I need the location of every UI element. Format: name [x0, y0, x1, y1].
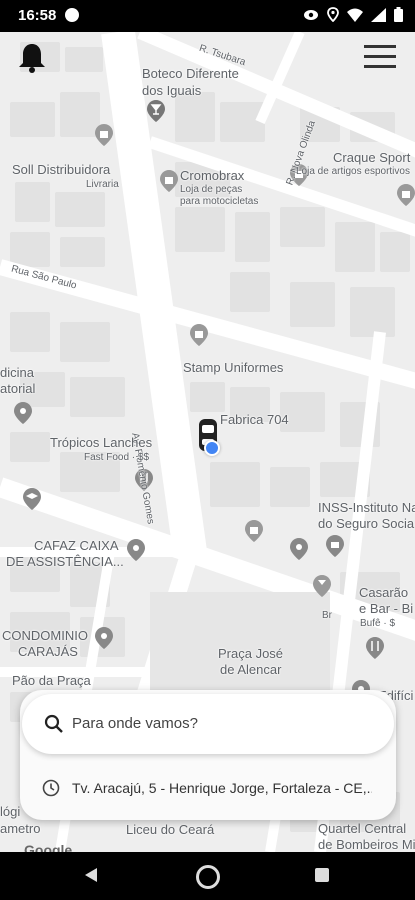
shopping-pin-icon[interactable] [95, 124, 113, 146]
notification-dot-icon [65, 8, 79, 22]
shopping-pin-icon[interactable] [397, 184, 415, 206]
map-label-condominio: CONDOMINIO [2, 628, 88, 643]
map-label-fabrica: Fabrica 704 [220, 412, 289, 427]
recent-destination-item[interactable]: Tv. Aracajú, 5 - Henrique Jorge, Fortale… [20, 762, 396, 812]
map-label-tropicos-sub: Fast Food · $$ [84, 452, 150, 463]
government-pin-icon[interactable] [326, 535, 344, 557]
status-time: 16:58 [18, 7, 57, 24]
bell-icon[interactable] [14, 40, 50, 76]
google-attribution: Google [24, 842, 73, 852]
destination-search-box[interactable]: Para onde vamos? [22, 694, 394, 754]
map-label-casarao-2: e Bar - Bi [359, 601, 414, 616]
map-label-boteco: Boteco Diferente [142, 66, 239, 81]
search-icon [44, 714, 63, 733]
search-placeholder: Para onde vamos? [72, 715, 198, 732]
map-label-casarao-sub: Bufê · $ [360, 618, 396, 629]
location-pin-icon[interactable] [127, 539, 145, 561]
map-label-craque: Craque Sport [333, 150, 411, 165]
shopping-pin-icon[interactable] [245, 520, 263, 542]
restaurant-pin-icon[interactable] [366, 637, 384, 659]
map-label-tropicos: Trópicos Lanches [50, 435, 153, 450]
signal-icon [371, 7, 386, 22]
map-label-casarao: Casarão [359, 585, 409, 600]
wifi-icon [347, 8, 363, 22]
map-label-bombeiros: de Bombeiros Mi [318, 837, 415, 852]
bar-pin-icon[interactable] [147, 100, 165, 122]
map-label-cromobrax-sub: Loja de peças [180, 184, 243, 195]
map-label-logo: lógi [0, 804, 21, 819]
battery-icon [394, 7, 403, 22]
map-label-cromobrax: Cromobrax [180, 168, 245, 183]
status-icons [303, 7, 403, 22]
map-label-medicina: dicina [0, 365, 34, 380]
recent-destination-address: Tv. Aracajú, 5 - Henrique Jorge, Fortale… [72, 780, 372, 796]
hamburger-menu-icon[interactable] [363, 40, 397, 74]
map-label-quartel: Quartel Central [318, 821, 407, 836]
map-label-soll: Soll Distribuidora [12, 162, 111, 177]
location-pin-icon[interactable] [95, 627, 113, 649]
shopping-pin-icon[interactable] [160, 170, 178, 192]
map-label-stamp: Stamp Uniformes [183, 360, 284, 375]
location-icon [327, 7, 339, 22]
location-pin-icon[interactable] [14, 402, 32, 424]
map-label-cromobrax-sub-2: para motocicletas [180, 196, 259, 207]
map-label-inss-2: do Seguro Socia [318, 516, 415, 531]
system-nav-bar [0, 852, 415, 900]
school-pin-icon[interactable] [23, 488, 41, 510]
recent-apps-icon[interactable] [315, 868, 329, 882]
status-bar: 16:58 [0, 0, 415, 32]
location-pin-icon[interactable] [290, 538, 308, 560]
history-clock-icon [42, 779, 60, 797]
map-label-pao: Pão da Praça [12, 673, 91, 688]
map-label-de-alencar: de Alencar [220, 662, 282, 677]
map-label-br: Br [322, 610, 332, 621]
shopping-pin-icon[interactable] [190, 324, 208, 346]
map-label-craque-sub: Loja de artigos esportivos [296, 166, 410, 177]
bar-pin-icon[interactable] [313, 575, 331, 597]
map-label-liceu: Liceu do Ceará [126, 822, 215, 837]
destination-sheet: Para onde vamos? Tv. Aracajú, 5 - Henriq… [20, 690, 396, 820]
map-label-praca-jose: Praça José [218, 646, 284, 661]
map-label-carajas: CARAJÁS [18, 644, 78, 659]
back-icon[interactable] [84, 867, 98, 883]
map-label-boteco-2: dos Iguais [142, 83, 202, 98]
map-label-medicina-2: atorial [0, 381, 36, 396]
map-label-metro: ametro [0, 821, 41, 836]
home-icon[interactable] [196, 865, 220, 889]
map-label-soll-sub: Livraria [86, 179, 119, 190]
map-label-cafaz-2: DE ASSISTÊNCIA... [6, 554, 124, 569]
map-label-inss: INSS-Instituto Na [318, 500, 415, 515]
current-location-dot [204, 440, 220, 456]
map-label-cafaz: CAFAZ CAIXA [34, 538, 119, 553]
eye-icon [304, 9, 318, 20]
